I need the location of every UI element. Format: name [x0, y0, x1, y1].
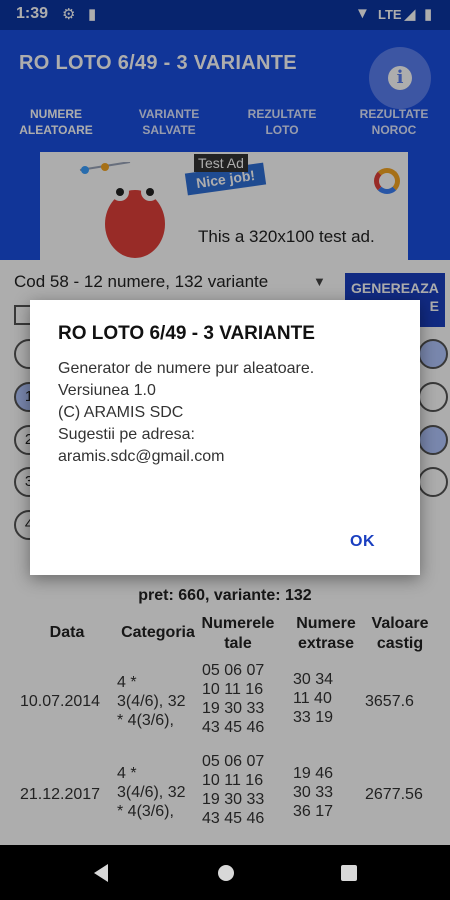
- dialog-title: RO LOTO 6/49 - 3 VARIANTE: [58, 323, 315, 344]
- home-icon[interactable]: [216, 863, 236, 883]
- dialog-line: aramis.sdc@gmail.com: [58, 448, 225, 465]
- navigation-bar: [0, 845, 450, 900]
- dialog-line: Generator de numere pur aleatoare.: [58, 360, 315, 377]
- dialog-line: (C) ARAMIS SDC: [58, 404, 184, 421]
- dialog-message: Generator de numere pur aleatoare. Versi…: [58, 358, 314, 468]
- dialog-line: Versiunea 1.0: [58, 382, 156, 399]
- back-icon[interactable]: [92, 863, 110, 883]
- dialog-line: Sugestii pe adresa:: [58, 426, 195, 443]
- recents-icon[interactable]: [340, 864, 358, 882]
- about-dialog: RO LOTO 6/49 - 3 VARIANTE Generator de n…: [30, 300, 420, 575]
- ok-button[interactable]: OK: [350, 533, 375, 551]
